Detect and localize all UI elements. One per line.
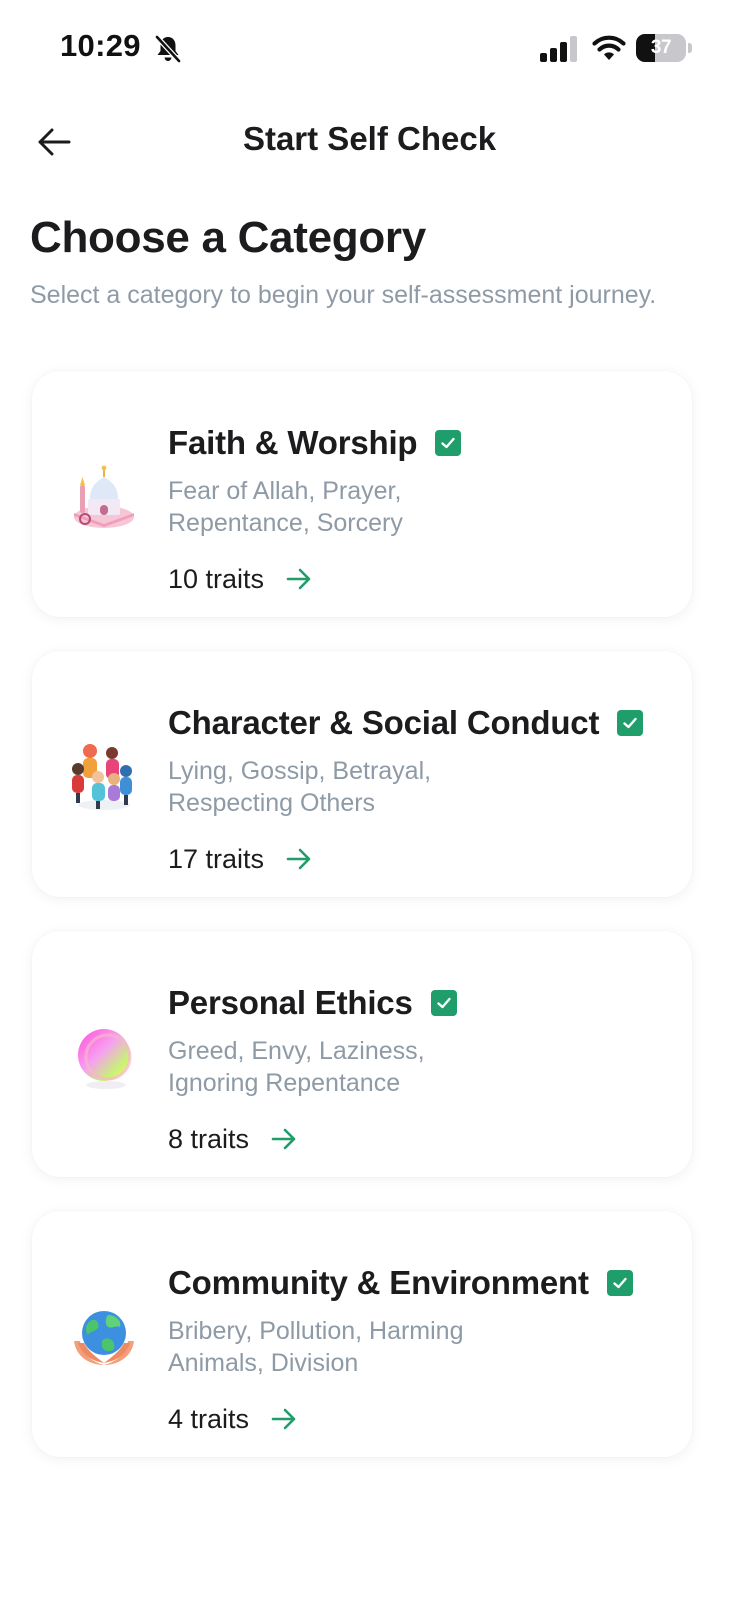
category-title: Personal Ethics xyxy=(168,984,413,1021)
category-card-body: Personal Ethics Greed, Envy, Laziness, I… xyxy=(168,981,672,1099)
category-card-personal-ethics[interactable]: Personal Ethics Greed, Envy, Laziness, I… xyxy=(32,931,692,1177)
category-footer: 8 traits xyxy=(168,1121,297,1157)
category-title-row: Personal Ethics xyxy=(168,981,672,1025)
category-title-row: Community & Environment xyxy=(168,1261,672,1305)
category-title: Faith & Worship xyxy=(168,424,418,461)
screen: 10:29 37 Start Self Check Choose a Categ… xyxy=(0,0,739,1600)
traits-count: 17 traits xyxy=(168,843,265,874)
category-title: Character & Social Conduct xyxy=(168,704,600,741)
battery-icon: 37 xyxy=(636,34,692,62)
category-title: Community & Environment xyxy=(168,1264,589,1301)
page-title: Choose a Category xyxy=(30,213,426,262)
traits-count: 4 traits xyxy=(168,1403,250,1434)
arrow-right-icon[interactable] xyxy=(271,1407,297,1431)
cellular-signal-icon xyxy=(540,36,577,62)
checkbox-checked-icon[interactable] xyxy=(617,710,644,736)
checkmark-icon xyxy=(441,437,456,449)
battery-cap xyxy=(688,43,692,53)
checkbox-checked-icon[interactable] xyxy=(430,990,457,1016)
bell-slash-icon xyxy=(154,34,182,64)
category-description: Lying, Gossip, Betrayal, Respecting Othe… xyxy=(168,757,432,817)
category-footer: 17 traits xyxy=(168,841,312,877)
category-card-body: Character & Social Conduct Lying, Gossip… xyxy=(168,701,672,819)
checkmark-icon xyxy=(613,1277,627,1289)
arrow-right-icon[interactable] xyxy=(286,567,312,591)
category-card-body: Faith & Worship Fear of Allah, Prayer, R… xyxy=(168,421,672,539)
checkmark-icon xyxy=(623,717,637,729)
category-card-body: Community & Environment Bribery, Polluti… xyxy=(168,1261,672,1379)
category-list: Faith & Worship Fear of Allah, Prayer, R… xyxy=(32,371,692,1491)
mosque-icon xyxy=(74,465,134,528)
category-title-row: Faith & Worship xyxy=(168,421,672,465)
globe-in-hands-icon xyxy=(74,1311,134,1365)
traits-count: 8 traits xyxy=(168,1123,250,1154)
checkbox-checked-icon[interactable] xyxy=(435,430,462,456)
category-card-character-social-conduct[interactable]: Character & Social Conduct Lying, Gossip… xyxy=(32,651,692,897)
header-title: Start Self Check xyxy=(242,120,497,157)
category-card-community-environment[interactable]: Community & Environment Bribery, Polluti… xyxy=(32,1211,692,1457)
wifi-icon xyxy=(592,35,626,60)
battery-level: 37 xyxy=(650,37,672,58)
arrow-right-icon[interactable] xyxy=(286,847,312,871)
people-circle-icon xyxy=(72,744,132,810)
category-description: Bribery, Pollution, Harming Animals, Div… xyxy=(168,1317,464,1377)
checkbox-checked-icon[interactable] xyxy=(606,1270,633,1296)
gradient-orb-icon xyxy=(78,1029,132,1089)
category-description: Fear of Allah, Prayer, Repentance, Sorce… xyxy=(168,477,403,537)
status-bar: 10:29 37 xyxy=(0,0,739,96)
battery-body: 37 xyxy=(636,34,686,62)
arrow-right-icon[interactable] xyxy=(271,1127,297,1151)
category-footer: 10 traits xyxy=(168,561,312,597)
status-time: 10:29 xyxy=(60,28,141,63)
checkmark-icon xyxy=(436,997,451,1009)
category-description: Greed, Envy, Laziness, Ignoring Repentan… xyxy=(168,1037,425,1097)
category-title-row: Character & Social Conduct xyxy=(168,701,672,745)
category-footer: 4 traits xyxy=(168,1401,297,1437)
traits-count: 10 traits xyxy=(168,563,265,594)
page-subtitle: Select a category to begin your self-ass… xyxy=(30,281,657,309)
category-card-faith-worship[interactable]: Faith & Worship Fear of Allah, Prayer, R… xyxy=(32,371,692,617)
